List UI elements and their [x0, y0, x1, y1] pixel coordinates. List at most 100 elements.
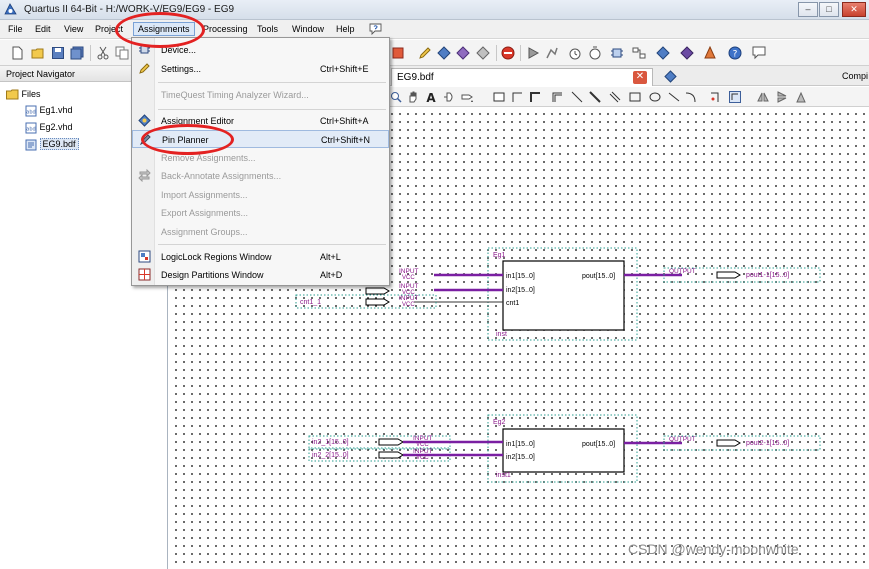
settings-icon: [139, 63, 150, 74]
file-item-eg9[interactable]: EG9.bdf: [25, 137, 79, 151]
netlist-viewer-icon[interactable]: [632, 46, 646, 60]
menu-item-assignment-groups[interactable]: Assignment Groups...: [132, 223, 389, 241]
file-item-eg1[interactable]: abd Eg1.vhd: [25, 103, 73, 117]
fitter-icon[interactable]: [476, 46, 490, 60]
eg2-port-pout: pout[15..0]: [582, 441, 615, 448]
file-label: EG9.bdf: [39, 138, 79, 150]
input-pin-name: in2_1[15..0]: [312, 439, 349, 446]
input-pin-symbol[interactable]: [365, 287, 390, 295]
start-compilation-icon[interactable]: [526, 46, 540, 60]
menu-item-design-partitions[interactable]: Design Partitions Window Alt+D: [132, 266, 389, 284]
input-pin-symbol[interactable]: [378, 438, 404, 446]
eg1-port-pout: pout[15..0]: [582, 273, 615, 280]
menu-help[interactable]: Help: [336, 24, 355, 34]
menu-tools[interactable]: Tools: [257, 24, 278, 34]
symbol-tool-icon[interactable]: [443, 91, 455, 103]
pin-tool-icon[interactable]: [461, 91, 473, 103]
svg-text:abd: abd: [26, 109, 35, 115]
synthesis-icon[interactable]: [456, 46, 470, 60]
assignment-editor-icon: [138, 114, 151, 127]
input-pin-symbol[interactable]: [378, 451, 404, 459]
eg2-block[interactable]: [502, 428, 625, 473]
start-analysis-icon[interactable]: [545, 46, 559, 60]
vcc-tag: VCC: [402, 275, 415, 281]
partial-line-selection-icon[interactable]: [710, 91, 722, 103]
output-pin-name: pout2-1[15..0]: [746, 440, 789, 447]
close-button[interactable]: ✕: [842, 2, 866, 17]
menu-window[interactable]: Window: [292, 24, 324, 34]
flip-vertical-icon[interactable]: [776, 91, 788, 103]
eg1-port-in2: in2[15..0]: [506, 287, 535, 294]
vcc-tag: VCC: [402, 302, 415, 308]
output-pin-symbol[interactable]: [716, 439, 741, 447]
menu-item-back-annotate[interactable]: Back-Annotate Assignments...: [132, 167, 389, 185]
line-tool-icon[interactable]: [668, 91, 680, 103]
input-pin-tag: INPUT: [413, 448, 433, 455]
compile-chip-icon[interactable]: [391, 46, 405, 60]
diagonal-node-icon[interactable]: [571, 91, 583, 103]
compilation-report-icon[interactable]: [664, 70, 677, 83]
menu-item-logiclock-regions[interactable]: LogicLock Regions Window Alt+L: [132, 248, 389, 266]
close-tab-icon[interactable]: ✕: [633, 71, 647, 84]
sopc-builder-icon[interactable]: [680, 46, 694, 60]
text-tool-icon[interactable]: A: [425, 91, 437, 103]
whats-this-toolbar-icon[interactable]: [752, 46, 766, 60]
input-pin-symbol[interactable]: [365, 298, 390, 306]
menu-edit[interactable]: Edit: [35, 24, 51, 34]
help-topics-icon[interactable]: ?: [728, 46, 742, 60]
hand-tool-icon[interactable]: [407, 91, 419, 103]
tab-eg9-bdf[interactable]: EG9.bdf ✕: [391, 68, 653, 86]
diagonal-conduit-icon[interactable]: [609, 91, 621, 103]
timing-analyzer-icon[interactable]: [568, 46, 582, 60]
orthogonal-node-icon[interactable]: [511, 91, 523, 103]
svg-text:A: A: [426, 91, 436, 103]
menu-view[interactable]: View: [64, 24, 83, 34]
new-file-icon[interactable]: [10, 46, 24, 60]
stop-icon[interactable]: [501, 46, 515, 60]
menu-item-settings[interactable]: Settings... Ctrl+Shift+E: [132, 60, 389, 78]
files-folder[interactable]: Files: [6, 87, 41, 101]
pin-planner-highlight-ellipse: [141, 124, 234, 155]
menu-item-import-assignments[interactable]: Import Assignments...: [132, 186, 389, 204]
rectangle-tool-icon[interactable]: [629, 91, 641, 103]
ellipse-tool-icon[interactable]: [649, 91, 661, 103]
rotate-left-icon[interactable]: [795, 91, 807, 103]
files-folder-label: Files: [21, 89, 41, 99]
menu-item-label: Back-Annotate Assignments...: [161, 171, 282, 181]
pencil-icon[interactable]: [418, 46, 432, 60]
save-icon[interactable]: [51, 46, 65, 60]
file-label: Eg1.vhd: [39, 105, 73, 115]
analysis-icon[interactable]: [437, 46, 451, 60]
programmer-icon[interactable]: [656, 46, 670, 60]
menu-item-export-assignments[interactable]: Export Assignments...: [132, 204, 389, 222]
open-folder-icon[interactable]: [31, 46, 45, 60]
menu-item-shortcut: Alt+L: [320, 252, 341, 262]
menu-item-timequest-wizard[interactable]: TimeQuest Timing Analyzer Wizard...: [132, 86, 389, 104]
output-pin-symbol[interactable]: [716, 271, 741, 279]
maximize-button[interactable]: □: [819, 2, 839, 17]
whats-this-icon[interactable]: [369, 23, 382, 35]
file-item-eg2[interactable]: abd Eg2.vhd: [25, 120, 73, 134]
eg2-port-in2: in2[15..0]: [506, 454, 535, 461]
timequest-icon[interactable]: [588, 46, 602, 60]
chip-planner-icon[interactable]: [610, 46, 624, 60]
copy-icon[interactable]: [115, 46, 129, 60]
flip-horizontal-icon[interactable]: [757, 91, 769, 103]
eg1-block[interactable]: [502, 260, 625, 331]
menu-file[interactable]: File: [8, 24, 23, 34]
output-pin-tag: OUTPUT: [669, 436, 696, 443]
menu-processing[interactable]: Processing: [203, 24, 248, 34]
save-all-icon[interactable]: [70, 46, 84, 60]
minimize-button[interactable]: –: [798, 2, 818, 17]
diagonal-bus-icon[interactable]: [589, 91, 601, 103]
rubberbanding-icon[interactable]: [729, 91, 741, 103]
tab-compilation-report[interactable]: Compi: [842, 71, 868, 81]
block-tool-icon[interactable]: [493, 91, 505, 103]
zoom-icon[interactable]: [390, 91, 402, 103]
cut-icon[interactable]: [96, 46, 110, 60]
eg1-instance-name: inst: [496, 331, 507, 338]
arc-tool-icon[interactable]: [685, 91, 697, 103]
conduit-tool-icon[interactable]: [551, 91, 563, 103]
orthogonal-bus-icon[interactable]: [529, 91, 541, 103]
hardware-tool-icon[interactable]: [703, 46, 717, 60]
